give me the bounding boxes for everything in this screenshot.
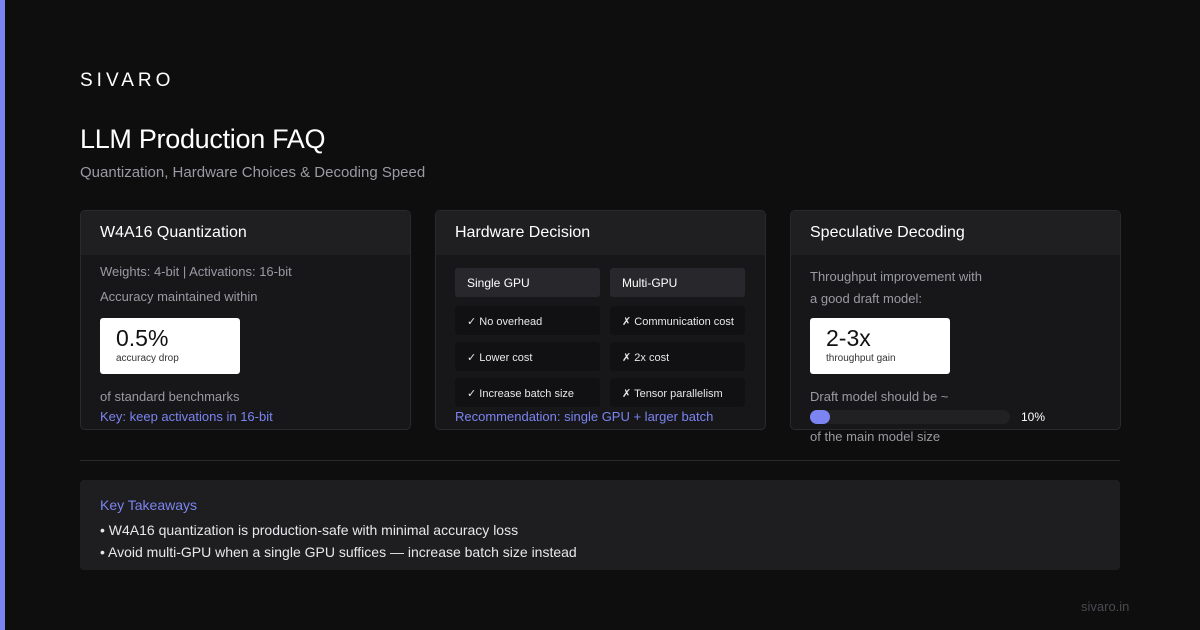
takeaway-item: • Avoid multi-GPU when a single GPU suff… [100, 544, 577, 560]
takeaways-title: Key Takeaways [100, 497, 198, 513]
hardware-card: Hardware Decision Single GPU Multi-GPU ✓… [435, 210, 766, 430]
single-gpu-pro: ✓ Increase batch size [455, 378, 600, 407]
card-title: Hardware Decision [436, 211, 765, 255]
page-title: LLM Production FAQ [80, 124, 326, 154]
draft-model-intro-text: a good draft model: [810, 291, 923, 306]
card-title: Speculative Decoding [791, 211, 1120, 255]
accent-bar [0, 0, 5, 630]
footer-url: sivaro.in [1081, 599, 1130, 614]
draft-size-label: Draft model should be ~ [810, 389, 949, 404]
section-divider [80, 460, 1120, 461]
accuracy-intro-text: Accuracy maintained within [100, 289, 258, 304]
quantization-bits-text: Weights: 4-bit | Activations: 16-bit [100, 264, 292, 279]
multi-gpu-header: Multi-GPU [610, 268, 745, 297]
stat-value: 0.5% [116, 325, 169, 351]
multi-gpu-con: ✗ Communication cost [610, 306, 745, 335]
quantization-card: W4A16 Quantization Weights: 4-bit | Acti… [80, 210, 411, 430]
recommendation-note: Recommendation: single GPU + larger batc… [455, 409, 714, 424]
throughput-stat-box: 2-3x throughput gain [810, 318, 950, 374]
page-subtitle: Quantization, Hardware Choices & Decodin… [80, 164, 426, 181]
benchmarks-text: of standard benchmarks [100, 389, 240, 404]
accuracy-stat-box: 0.5% accuracy drop [100, 318, 240, 374]
stat-label: throughput gain [826, 353, 896, 364]
single-gpu-pro: ✓ No overhead [455, 306, 600, 335]
brand-logo: SIVARO [80, 70, 175, 91]
single-gpu-pro: ✓ Lower cost [455, 342, 600, 371]
card-title: W4A16 Quantization [81, 211, 410, 255]
multi-gpu-con: ✗ 2x cost [610, 342, 745, 371]
draft-size-percent: 10% [1021, 410, 1046, 424]
takeaway-item: • W4A16 quantization is production-safe … [100, 522, 519, 538]
single-gpu-header: Single GPU [455, 268, 600, 297]
main-model-size-text: of the main model size [810, 429, 941, 444]
key-takeaways-panel: Key Takeaways • W4A16 quantization is pr… [80, 480, 1120, 570]
key-note: Key: keep activations in 16-bit [100, 409, 273, 424]
speculative-decoding-card: Speculative Decoding Throughput improvem… [790, 210, 1121, 444]
draft-size-progress-bar [810, 410, 1010, 424]
progress-fill [810, 410, 830, 424]
multi-gpu-con: ✗ Tensor parallelism [610, 378, 745, 407]
stat-label: accuracy drop [116, 353, 179, 364]
throughput-intro-text: Throughput improvement with [810, 269, 982, 284]
stat-value: 2-3x [826, 325, 871, 351]
